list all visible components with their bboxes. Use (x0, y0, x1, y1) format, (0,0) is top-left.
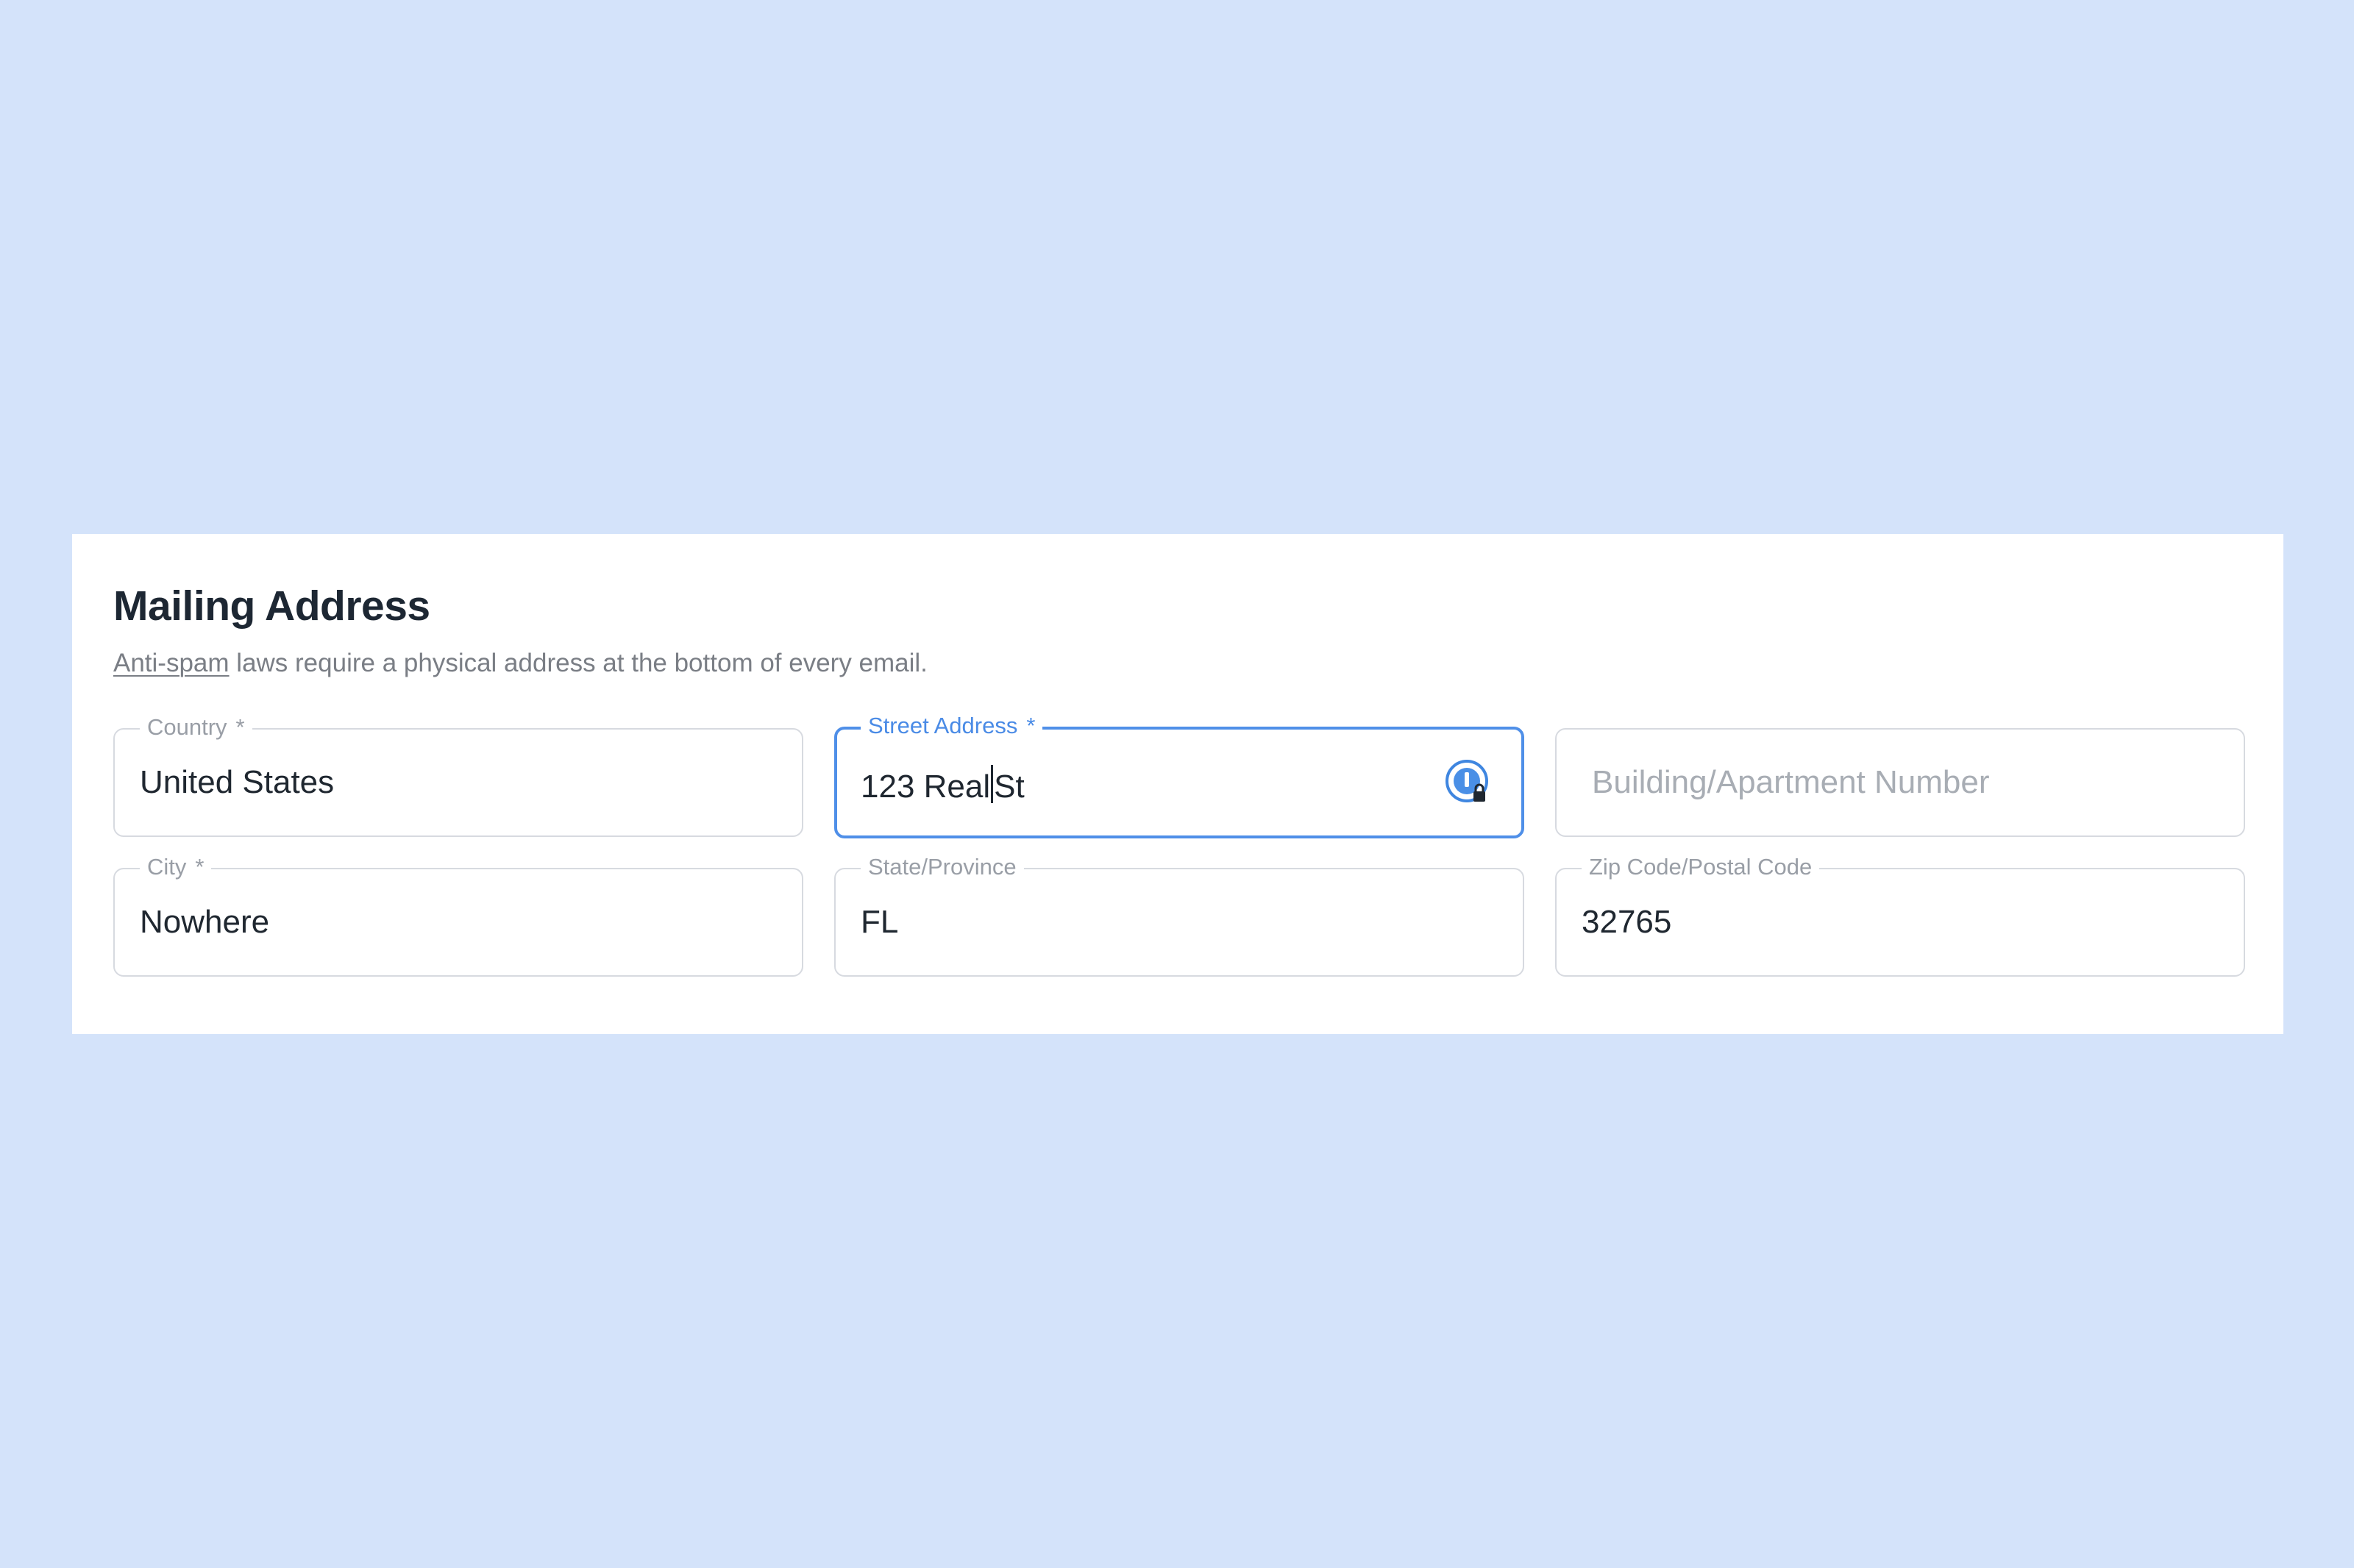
street-address-input[interactable]: 123 Real St (861, 765, 1025, 803)
required-marker: * (195, 854, 205, 880)
city-label-text: City (147, 854, 187, 880)
mailing-address-card: Mailing Address Anti-spam laws require a… (72, 534, 2283, 1034)
state-province-label: State/Province (861, 855, 1024, 878)
street-address-label-text: Street Address (868, 713, 1018, 738)
state-province-field[interactable]: State/Province FL (834, 855, 1524, 977)
zip-postal-code-value: 32765 (1582, 904, 1672, 940)
subtitle-text: laws require a physical address at the b… (229, 649, 928, 677)
street-value-before-caret: 123 Real (861, 769, 991, 805)
section-title: Mailing Address (113, 582, 430, 630)
street-address-label: Street Address * (861, 713, 1043, 738)
text-caret (991, 765, 994, 803)
password-manager-lock-icon[interactable] (1445, 759, 1493, 808)
country-value: United States (140, 764, 335, 800)
anti-spam-link[interactable]: Anti-spam (113, 649, 230, 677)
country-label-text: Country (147, 714, 227, 740)
country-label: Country * (140, 716, 252, 738)
building-apartment-field[interactable]: Building/Apartment Number (1555, 728, 2245, 837)
building-apartment-placeholder: Building/Apartment Number (1592, 764, 1990, 800)
city-field[interactable]: City * Nowhere (113, 855, 803, 977)
city-label: City * (140, 854, 212, 880)
zip-postal-code-label: Zip Code/Postal Code (1582, 855, 1820, 878)
required-marker: * (1026, 713, 1036, 738)
street-address-field[interactable]: Street Address * 123 Real St (834, 714, 1524, 838)
city-value: Nowhere (140, 904, 270, 940)
zip-postal-code-field[interactable]: Zip Code/Postal Code 32765 (1555, 855, 2245, 977)
country-field[interactable]: Country * United States (113, 716, 803, 837)
section-subtitle: Anti-spam laws require a physical addres… (113, 650, 928, 676)
street-value-after-caret: St (994, 769, 1025, 805)
state-province-value: FL (861, 904, 899, 940)
required-marker: * (235, 714, 245, 740)
